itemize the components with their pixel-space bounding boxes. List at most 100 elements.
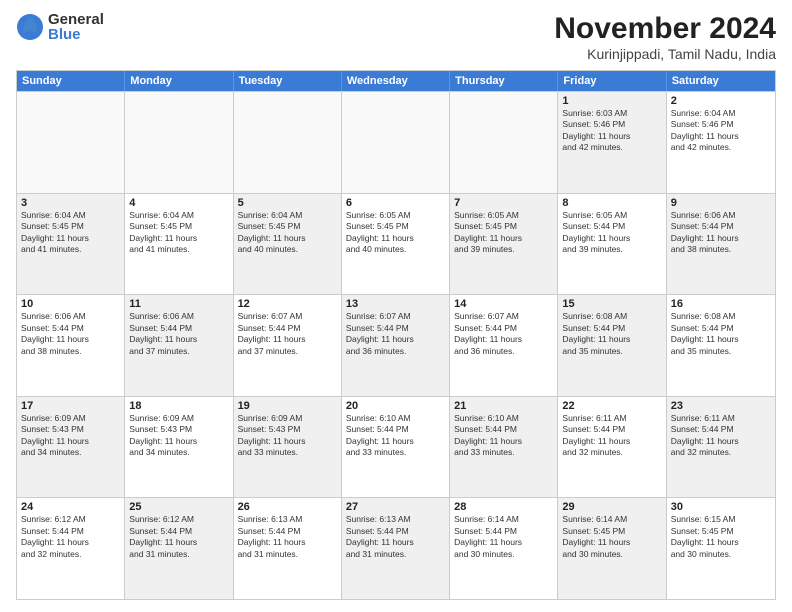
- day-number: 13: [346, 298, 445, 310]
- day-info: Sunrise: 6:15 AM Sunset: 5:45 PM Dayligh…: [671, 514, 771, 560]
- day-info: Sunrise: 6:09 AM Sunset: 5:43 PM Dayligh…: [129, 413, 228, 459]
- day-number: 12: [238, 298, 337, 310]
- day-number: 4: [129, 197, 228, 209]
- logo-icon: [16, 13, 44, 41]
- day-number: 10: [21, 298, 120, 310]
- day-info: Sunrise: 6:03 AM Sunset: 5:46 PM Dayligh…: [562, 108, 661, 154]
- day-number: 8: [562, 197, 661, 209]
- day-info: Sunrise: 6:13 AM Sunset: 5:44 PM Dayligh…: [346, 514, 445, 560]
- day-number: 22: [562, 400, 661, 412]
- calendar-header-day: Tuesday: [234, 71, 342, 91]
- calendar-cell: 25Sunrise: 6:12 AM Sunset: 5:44 PM Dayli…: [125, 498, 233, 599]
- day-number: 28: [454, 501, 553, 513]
- day-info: Sunrise: 6:08 AM Sunset: 5:44 PM Dayligh…: [671, 311, 771, 357]
- calendar-cell: 14Sunrise: 6:07 AM Sunset: 5:44 PM Dayli…: [450, 295, 558, 396]
- logo-general-text: General: [48, 12, 104, 27]
- calendar-cell: 18Sunrise: 6:09 AM Sunset: 5:43 PM Dayli…: [125, 397, 233, 498]
- day-number: 29: [562, 501, 661, 513]
- calendar-cell: 28Sunrise: 6:14 AM Sunset: 5:44 PM Dayli…: [450, 498, 558, 599]
- day-number: 20: [346, 400, 445, 412]
- calendar-header-day: Saturday: [667, 71, 775, 91]
- day-info: Sunrise: 6:07 AM Sunset: 5:44 PM Dayligh…: [238, 311, 337, 357]
- calendar-cell: 20Sunrise: 6:10 AM Sunset: 5:44 PM Dayli…: [342, 397, 450, 498]
- calendar-cell-empty: [17, 92, 125, 193]
- calendar-week-row: 3Sunrise: 6:04 AM Sunset: 5:45 PM Daylig…: [17, 193, 775, 295]
- day-number: 5: [238, 197, 337, 209]
- day-number: 14: [454, 298, 553, 310]
- calendar-cell: 5Sunrise: 6:04 AM Sunset: 5:45 PM Daylig…: [234, 194, 342, 295]
- calendar-cell-empty: [234, 92, 342, 193]
- day-number: 11: [129, 298, 228, 310]
- day-number: 16: [671, 298, 771, 310]
- day-number: 1: [562, 95, 661, 107]
- calendar-cell: 11Sunrise: 6:06 AM Sunset: 5:44 PM Dayli…: [125, 295, 233, 396]
- day-info: Sunrise: 6:07 AM Sunset: 5:44 PM Dayligh…: [454, 311, 553, 357]
- calendar-cell: 7Sunrise: 6:05 AM Sunset: 5:45 PM Daylig…: [450, 194, 558, 295]
- day-number: 2: [671, 95, 771, 107]
- day-info: Sunrise: 6:13 AM Sunset: 5:44 PM Dayligh…: [238, 514, 337, 560]
- calendar-week-row: 1Sunrise: 6:03 AM Sunset: 5:46 PM Daylig…: [17, 91, 775, 193]
- calendar-header-day: Wednesday: [342, 71, 450, 91]
- day-number: 27: [346, 501, 445, 513]
- calendar-cell: 17Sunrise: 6:09 AM Sunset: 5:43 PM Dayli…: [17, 397, 125, 498]
- day-number: 18: [129, 400, 228, 412]
- calendar-cell-empty: [342, 92, 450, 193]
- header: General Blue November 2024 Kurinjippadi,…: [16, 12, 776, 62]
- calendar-header-day: Monday: [125, 71, 233, 91]
- day-info: Sunrise: 6:10 AM Sunset: 5:44 PM Dayligh…: [454, 413, 553, 459]
- day-number: 24: [21, 501, 120, 513]
- calendar-cell: 26Sunrise: 6:13 AM Sunset: 5:44 PM Dayli…: [234, 498, 342, 599]
- calendar-cell: 19Sunrise: 6:09 AM Sunset: 5:43 PM Dayli…: [234, 397, 342, 498]
- day-info: Sunrise: 6:11 AM Sunset: 5:44 PM Dayligh…: [671, 413, 771, 459]
- month-title: November 2024: [554, 12, 776, 46]
- calendar-header-day: Sunday: [17, 71, 125, 91]
- calendar-cell: 23Sunrise: 6:11 AM Sunset: 5:44 PM Dayli…: [667, 397, 775, 498]
- calendar-week-row: 17Sunrise: 6:09 AM Sunset: 5:43 PM Dayli…: [17, 396, 775, 498]
- day-info: Sunrise: 6:14 AM Sunset: 5:44 PM Dayligh…: [454, 514, 553, 560]
- day-info: Sunrise: 6:04 AM Sunset: 5:45 PM Dayligh…: [21, 210, 120, 256]
- day-info: Sunrise: 6:05 AM Sunset: 5:44 PM Dayligh…: [562, 210, 661, 256]
- day-info: Sunrise: 6:05 AM Sunset: 5:45 PM Dayligh…: [454, 210, 553, 256]
- calendar-cell: 1Sunrise: 6:03 AM Sunset: 5:46 PM Daylig…: [558, 92, 666, 193]
- day-number: 30: [671, 501, 771, 513]
- calendar-cell-empty: [450, 92, 558, 193]
- calendar-cell: 8Sunrise: 6:05 AM Sunset: 5:44 PM Daylig…: [558, 194, 666, 295]
- calendar-week-row: 24Sunrise: 6:12 AM Sunset: 5:44 PM Dayli…: [17, 497, 775, 599]
- day-info: Sunrise: 6:07 AM Sunset: 5:44 PM Dayligh…: [346, 311, 445, 357]
- calendar-header: SundayMondayTuesdayWednesdayThursdayFrid…: [17, 71, 775, 91]
- page: General Blue November 2024 Kurinjippadi,…: [0, 0, 792, 612]
- calendar-header-day: Thursday: [450, 71, 558, 91]
- calendar-cell: 12Sunrise: 6:07 AM Sunset: 5:44 PM Dayli…: [234, 295, 342, 396]
- day-number: 6: [346, 197, 445, 209]
- day-number: 17: [21, 400, 120, 412]
- day-number: 19: [238, 400, 337, 412]
- calendar-cell: 30Sunrise: 6:15 AM Sunset: 5:45 PM Dayli…: [667, 498, 775, 599]
- calendar-cell: 6Sunrise: 6:05 AM Sunset: 5:45 PM Daylig…: [342, 194, 450, 295]
- location: Kurinjippadi, Tamil Nadu, India: [554, 46, 776, 62]
- day-number: 3: [21, 197, 120, 209]
- day-info: Sunrise: 6:05 AM Sunset: 5:45 PM Dayligh…: [346, 210, 445, 256]
- day-info: Sunrise: 6:12 AM Sunset: 5:44 PM Dayligh…: [21, 514, 120, 560]
- calendar-cell: 3Sunrise: 6:04 AM Sunset: 5:45 PM Daylig…: [17, 194, 125, 295]
- calendar-header-day: Friday: [558, 71, 666, 91]
- day-info: Sunrise: 6:04 AM Sunset: 5:45 PM Dayligh…: [129, 210, 228, 256]
- logo: General Blue: [16, 12, 104, 42]
- calendar-cell: 29Sunrise: 6:14 AM Sunset: 5:45 PM Dayli…: [558, 498, 666, 599]
- calendar-cell: 22Sunrise: 6:11 AM Sunset: 5:44 PM Dayli…: [558, 397, 666, 498]
- day-number: 26: [238, 501, 337, 513]
- calendar-cell: 21Sunrise: 6:10 AM Sunset: 5:44 PM Dayli…: [450, 397, 558, 498]
- day-info: Sunrise: 6:09 AM Sunset: 5:43 PM Dayligh…: [21, 413, 120, 459]
- day-info: Sunrise: 6:14 AM Sunset: 5:45 PM Dayligh…: [562, 514, 661, 560]
- calendar-cell: 24Sunrise: 6:12 AM Sunset: 5:44 PM Dayli…: [17, 498, 125, 599]
- day-info: Sunrise: 6:06 AM Sunset: 5:44 PM Dayligh…: [671, 210, 771, 256]
- day-info: Sunrise: 6:12 AM Sunset: 5:44 PM Dayligh…: [129, 514, 228, 560]
- day-info: Sunrise: 6:11 AM Sunset: 5:44 PM Dayligh…: [562, 413, 661, 459]
- day-number: 21: [454, 400, 553, 412]
- title-block: November 2024 Kurinjippadi, Tamil Nadu, …: [554, 12, 776, 62]
- day-info: Sunrise: 6:10 AM Sunset: 5:44 PM Dayligh…: [346, 413, 445, 459]
- day-number: 23: [671, 400, 771, 412]
- day-number: 7: [454, 197, 553, 209]
- calendar-cell: 10Sunrise: 6:06 AM Sunset: 5:44 PM Dayli…: [17, 295, 125, 396]
- calendar-cell: 4Sunrise: 6:04 AM Sunset: 5:45 PM Daylig…: [125, 194, 233, 295]
- calendar: SundayMondayTuesdayWednesdayThursdayFrid…: [16, 70, 776, 600]
